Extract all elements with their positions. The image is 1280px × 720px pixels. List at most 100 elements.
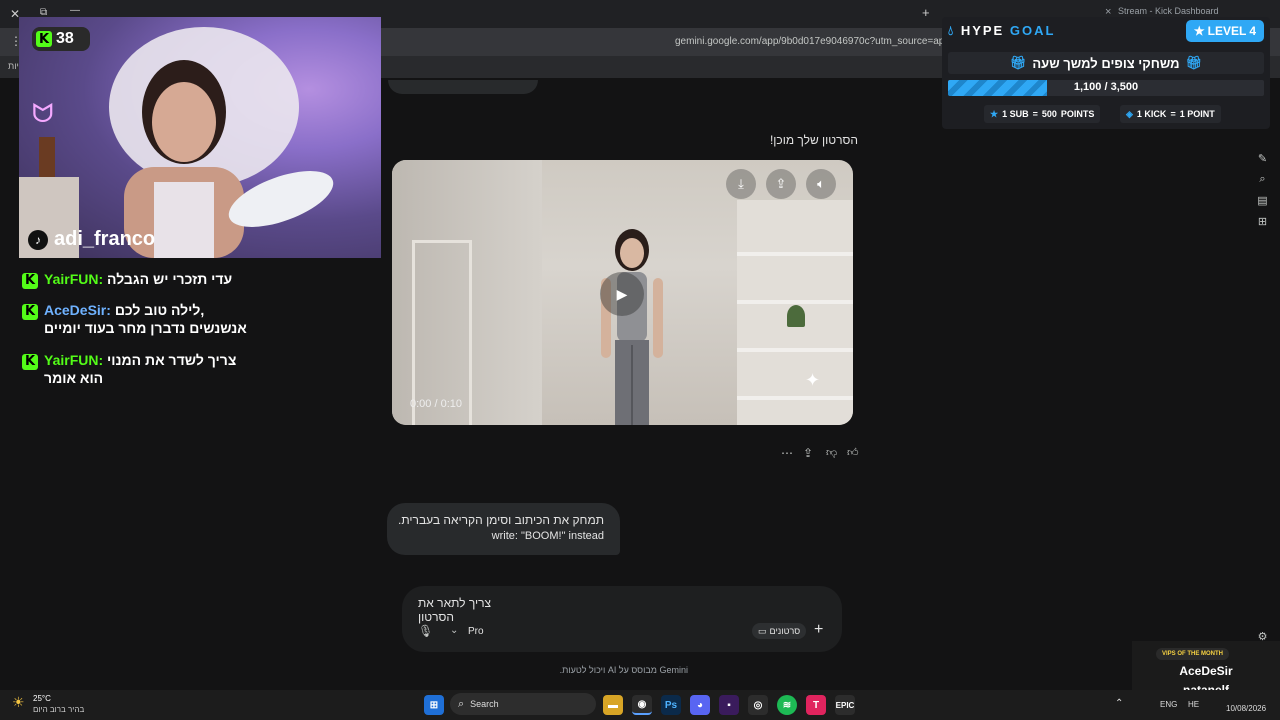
disclaimer: Gemini מבוסס על AI ויכול לטעות. — [559, 665, 688, 675]
obs-icon[interactable]: ◎ — [748, 695, 768, 715]
chat-message: K YairFUN: צריך לשדר את המנוי הוא אומר — [22, 352, 282, 386]
chat-username: AceDeSir: — [44, 302, 111, 318]
hype-subtitle-row: 🎁︎ משחקי צופים למשך שעה 🎁︎ — [948, 52, 1264, 74]
streamer-illustration — [19, 27, 334, 258]
kick-chat-icon: K — [22, 353, 38, 370]
hype-progress-text: 1,100 / 3,500 — [1073, 81, 1139, 93]
tool-chip-label: סרטונים — [769, 626, 801, 636]
model-selector[interactable]: Pro — [468, 626, 484, 637]
thumbs-down-icon[interactable]: 👎︎ — [826, 446, 837, 459]
hype-progress-bar: 1,100 / 3,500 — [948, 80, 1264, 96]
thumbs-up-icon[interactable]: 👍︎ — [847, 446, 859, 459]
response-text: הסרטון שלך מוכן! — [769, 133, 858, 147]
video-player[interactable]: ⤓ ⇪ 🔈︎ ▶ 0:00 / 0:10 ✦ — [392, 160, 853, 425]
window-minimize-icon[interactable]: — — [70, 5, 80, 16]
video-tool-icon: ▭ — [758, 625, 767, 636]
gift-icon: 🎁︎ — [1009, 55, 1027, 70]
volume-icon[interactable]: 🔈︎ — [806, 169, 836, 199]
chrome-icon[interactable]: ◉ — [632, 695, 652, 715]
hype-title-a: HYPE — [960, 23, 1005, 38]
epic-games-icon[interactable]: EPIC — [835, 695, 855, 715]
viewer-count: 38 — [56, 30, 74, 47]
coin-icon: ◈ — [1126, 108, 1133, 119]
tray-chevron-icon[interactable]: ⌃ — [1115, 698, 1123, 709]
chat-message: K YairFUN: עדי תזכרי יש הגבלה — [22, 271, 282, 289]
chat-username: YairFUN: — [44, 352, 104, 368]
vip-name: AceDeSir — [1179, 664, 1233, 678]
hype-goal-title: 💧︎ HYPE GOAL — [948, 23, 1055, 39]
gemini-sparkle-icon: ✦ — [805, 370, 821, 390]
weather-temp[interactable]: 25°C — [33, 694, 51, 703]
sub-rule: ★ 1 SUB = 500 POINTS — [984, 105, 1101, 123]
star-icon: ★ — [1193, 24, 1205, 38]
search-icon[interactable]: ⌕ — [1256, 173, 1269, 186]
chat-text: לילה טוב לכם, — [114, 302, 205, 318]
file-explorer-icon[interactable]: ▬ — [603, 695, 623, 715]
user-message-bubble: תמחק את הכיתוב וסימן הקריאה בעברית. writ… — [387, 503, 620, 555]
photoshop-icon[interactable]: Ps — [661, 695, 681, 715]
search-icon: ⌕ — [458, 697, 465, 710]
video-person — [601, 229, 663, 425]
chat-text-line2: אנשנשים נדברן מחר בעוד יומיים — [44, 319, 247, 336]
tiktok-icon: ♪ — [28, 229, 48, 250]
play-button[interactable]: ▶ — [600, 272, 644, 316]
hype-subtitle: משחקי צופים למשך שעה — [1032, 55, 1180, 71]
shelf — [737, 348, 853, 352]
taskbar-search[interactable]: ⌕ Search — [450, 693, 596, 715]
spotify-icon[interactable]: ≋ — [777, 695, 797, 715]
language-indicator-2[interactable]: HE — [1188, 700, 1199, 709]
vips-header: VIPS OF THE MONTH — [1156, 648, 1230, 660]
user-message-line2: write: "BOOM!" instead — [491, 530, 604, 542]
tool-chip[interactable]: ▭ סרטונים — [752, 623, 807, 639]
weather-icon[interactable]: ☀ — [12, 694, 25, 711]
share-icon[interactable]: ⇪ — [766, 169, 796, 199]
kick-chat-icon: K — [22, 303, 38, 320]
user-message-line1: תמחק את הכיתוב וסימן הקריאה בעברית. — [398, 513, 604, 527]
kick-rule: ◈ 1 KICK = 1 POINT — [1120, 105, 1221, 123]
plant — [787, 305, 805, 327]
discord-icon[interactable]: ◕ — [690, 695, 710, 715]
microphone-icon[interactable]: 🎙︎ — [418, 624, 433, 638]
more-options-icon[interactable]: ⋯ — [781, 446, 793, 460]
share-response-icon[interactable]: ⇪ — [803, 446, 813, 460]
level-badge: ★ LEVEL 4 — [1186, 20, 1264, 42]
kick-logo-icon: K — [36, 31, 52, 47]
kick-rule-eq: = — [1170, 109, 1176, 119]
new-tab-button[interactable]: + — [922, 5, 930, 20]
butterfly-neon-icon: ᗢ — [32, 98, 54, 128]
kick-rule-pre: 1 KICK — [1136, 109, 1167, 119]
add-icon[interactable]: + — [814, 621, 823, 639]
system-date[interactable]: 10/08/2026 — [1226, 704, 1266, 713]
chevron-down-icon[interactable]: ⌄ — [450, 625, 458, 636]
webcam-overlay — [19, 17, 381, 258]
inbox-icon[interactable]: ▤ — [1256, 194, 1269, 207]
sub-rule-points: 500 — [1041, 109, 1057, 119]
star-icon: ★ — [990, 108, 999, 119]
chat-message: K AceDeSir: לילה טוב לכם, אנשנשים נדברן מ… — [22, 302, 282, 336]
sub-rule-pre: 1 SUB — [1002, 109, 1029, 119]
app-icon[interactable]: ▪ — [719, 695, 739, 715]
weather-desc[interactable]: בהיר ברוב היום — [33, 705, 84, 714]
bookmark-item[interactable]: יות — [8, 61, 19, 71]
search-placeholder: Search — [470, 699, 499, 709]
shelf — [737, 300, 853, 304]
download-icon[interactable]: ⤓ — [726, 169, 756, 199]
chat-text-line2: הוא אומר — [44, 369, 104, 386]
app-icon[interactable]: T — [806, 695, 826, 715]
viewer-count-badge: K 38 — [32, 27, 90, 51]
chat-text: עדי תזכרי יש הגבלה — [107, 271, 233, 287]
chat-text: צריך לשדר את המנוי — [107, 352, 237, 368]
chat-username: YairFUN: — [44, 271, 104, 287]
hype-title-b: GOAL — [1009, 23, 1056, 38]
prompt-input[interactable]: צריך לתאר את הסרטון — [418, 596, 528, 624]
edit-icon[interactable]: ✎ — [1256, 152, 1269, 165]
gift-icon: 🎁︎ — [1185, 55, 1203, 70]
sub-rule-post: POINTS — [1060, 109, 1095, 119]
previous-message-bubble — [388, 80, 538, 94]
apps-icon[interactable]: ⊞ — [1256, 215, 1269, 228]
language-indicator[interactable]: ENG — [1160, 700, 1177, 709]
prompt-box[interactable]: צריך לתאר את הסרטון 🎙︎ ⌄ Pro ▭ סרטונים + — [402, 586, 842, 652]
streamer-handle: ♪ adi_franco — [28, 228, 155, 251]
windows-start-icon[interactable]: ⊞ — [424, 695, 444, 715]
sub-rule-eq: = — [1032, 109, 1038, 119]
